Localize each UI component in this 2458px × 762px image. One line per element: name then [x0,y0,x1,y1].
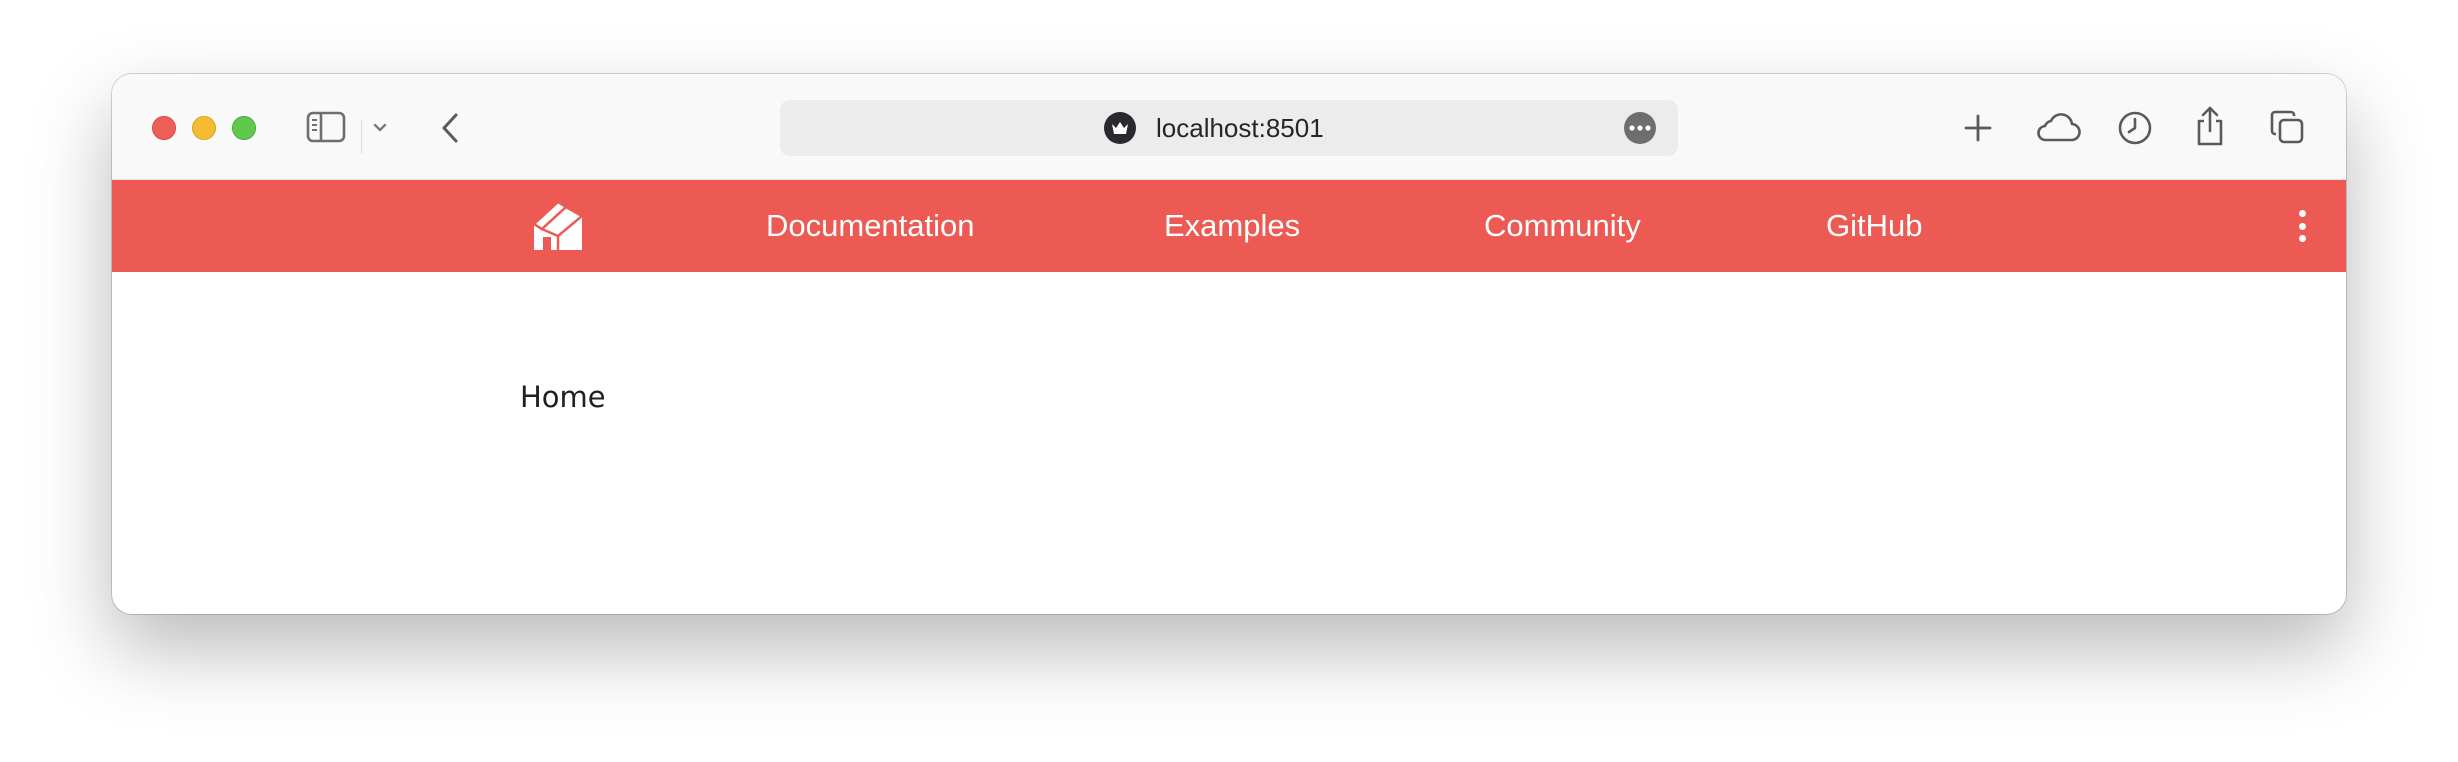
page-title: Home [520,380,606,414]
chevron-left-icon[interactable] [436,110,464,146]
kebab-menu-icon[interactable] [2292,210,2312,242]
address-bar[interactable]: localhost:8501 [780,100,1678,156]
close-window-button[interactable] [152,116,176,140]
chevron-down-icon[interactable] [370,120,390,136]
ellipsis-icon[interactable] [1624,112,1656,144]
nav-link-examples[interactable]: Examples [1164,208,1300,244]
nav-link-documentation[interactable]: Documentation [766,208,975,244]
cloud-icon[interactable] [2034,112,2082,144]
tabs-overview-icon[interactable] [2268,108,2306,146]
minimize-window-button[interactable] [192,116,216,140]
nav-link-community[interactable]: Community [1484,208,1641,244]
crown-icon [1104,112,1136,144]
clock-icon[interactable] [2116,109,2154,147]
browser-toolbar: localhost:8501 [112,74,2346,180]
nav-link-github[interactable]: GitHub [1826,208,1922,244]
url-text[interactable]: localhost:8501 [1156,113,1324,143]
zoom-window-button[interactable] [232,116,256,140]
app-navbar: Documentation Examples Community GitHub [112,180,2346,272]
share-icon[interactable] [2192,104,2228,148]
toolbar-divider [361,120,362,154]
house-icon[interactable] [526,194,590,258]
browser-window: localhost:8501 Documentation Examples Co… [112,74,2346,614]
plus-icon[interactable] [1960,110,1996,146]
sidebar-icon[interactable] [306,110,346,144]
